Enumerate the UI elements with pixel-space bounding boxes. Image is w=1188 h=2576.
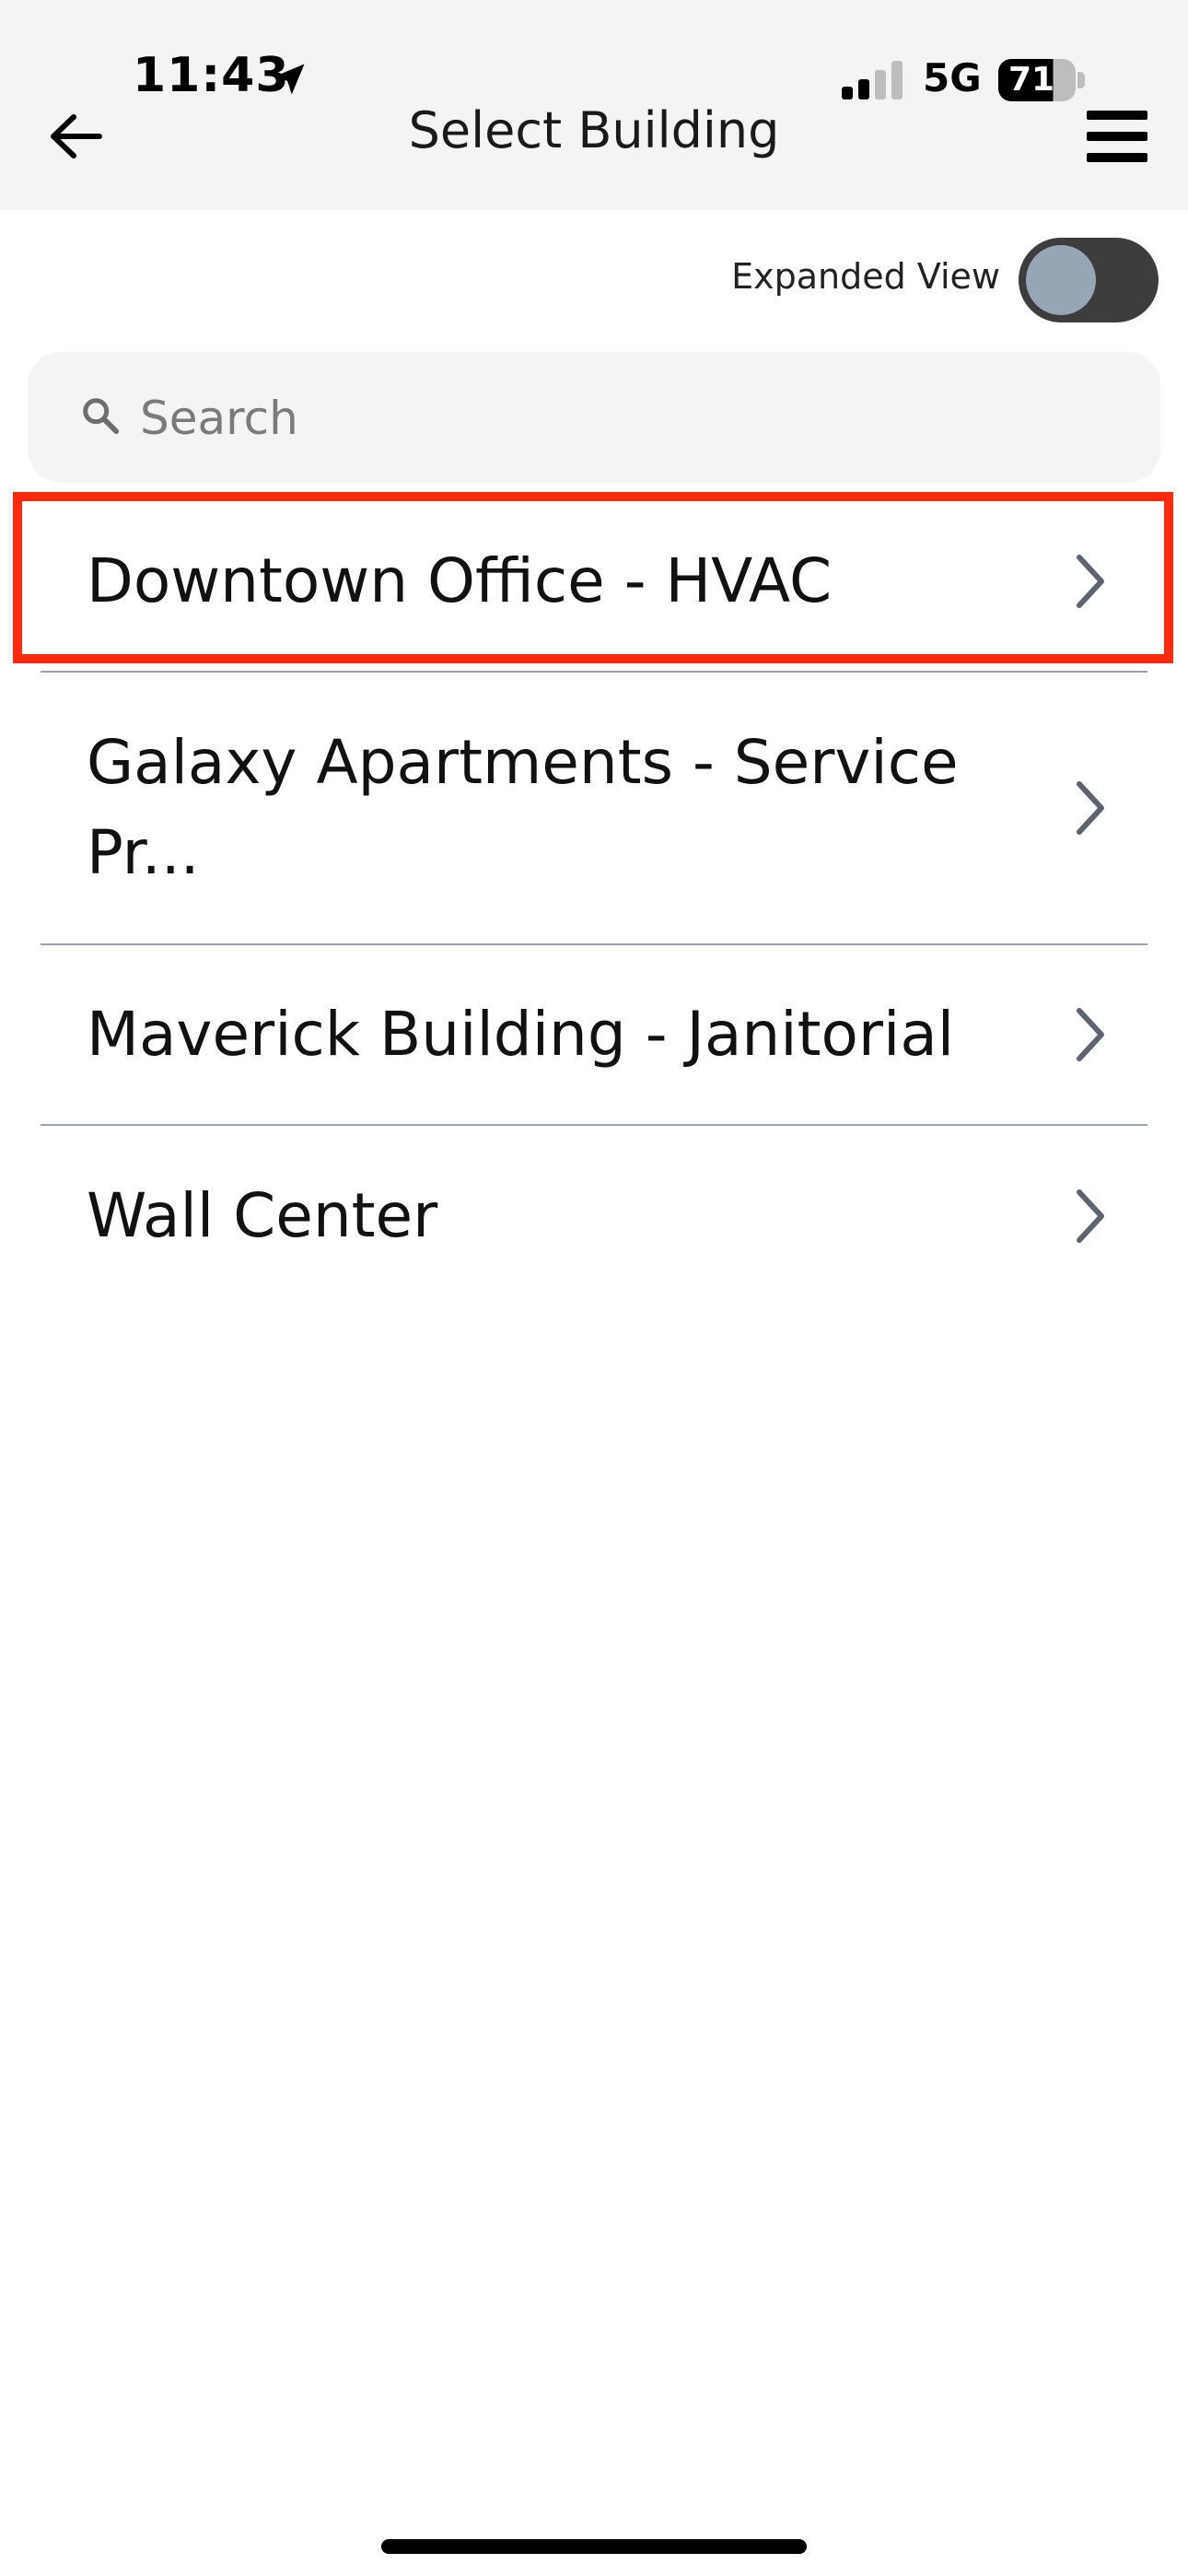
chevron-right-icon <box>1077 555 1104 608</box>
home-indicator <box>381 2539 807 2554</box>
building-item-label: Downtown Office - HVAC <box>87 545 833 616</box>
building-item-label: Maverick Building - Janitorial <box>87 999 955 1070</box>
location-arrow-icon <box>274 64 305 95</box>
chevron-right-icon <box>1077 781 1104 835</box>
building-item-wall-center[interactable]: Wall Center <box>41 1126 1147 1306</box>
building-item-downtown-office[interactable]: Downtown Office - HVAC <box>41 492 1147 673</box>
building-item-label: Wall Center <box>87 1180 438 1251</box>
expanded-view-label: Expanded View <box>731 256 1000 297</box>
search-input[interactable] <box>138 378 1136 459</box>
status-time: 11:43 <box>133 48 290 103</box>
search-bar[interactable] <box>28 352 1160 483</box>
top-bar: 11:43 5G 71 Select Building <box>0 0 1188 210</box>
hamburger-menu-icon <box>1087 111 1147 162</box>
network-label: 5G <box>923 55 982 100</box>
chevron-right-icon <box>1077 1189 1104 1243</box>
search-icon <box>83 398 120 435</box>
menu-button[interactable] <box>1076 98 1159 175</box>
building-list: Downtown Office - HVAC Galaxy Apartments… <box>0 492 1188 1306</box>
toggle-knob <box>1026 245 1096 315</box>
page-title: Select Building <box>408 101 780 159</box>
battery-cap <box>1077 72 1085 88</box>
cellular-signal-icon <box>842 61 903 100</box>
building-item-label: Galaxy Apartments - Service Pr... <box>87 727 959 888</box>
building-item-maverick-building[interactable]: Maverick Building - Janitorial <box>41 945 1147 1126</box>
chevron-right-icon <box>1077 1008 1104 1061</box>
battery-level: 71 <box>1007 61 1055 99</box>
expanded-view-toggle[interactable] <box>1019 238 1159 322</box>
building-item-galaxy-apartments[interactable]: Galaxy Apartments - Service Pr... <box>41 673 1147 945</box>
